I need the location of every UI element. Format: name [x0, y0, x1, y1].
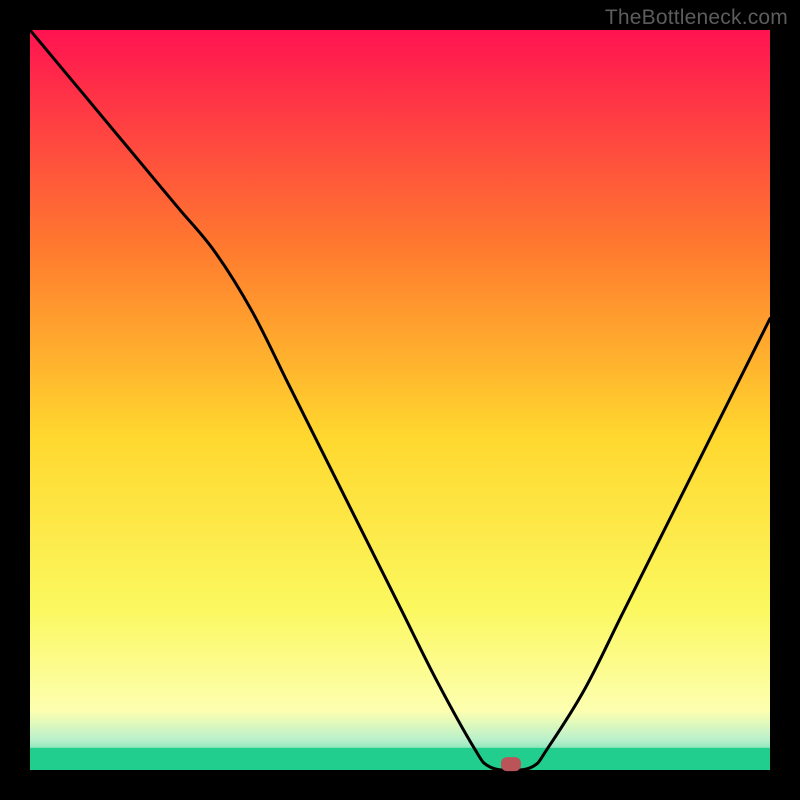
green-band	[30, 748, 770, 770]
optimum-marker	[501, 757, 521, 771]
bottleneck-chart	[0, 0, 800, 800]
plot-area	[30, 30, 770, 771]
chart-container: TheBottleneck.com	[0, 0, 800, 800]
watermark-text: TheBottleneck.com	[605, 6, 788, 30]
plot-background	[30, 30, 770, 770]
